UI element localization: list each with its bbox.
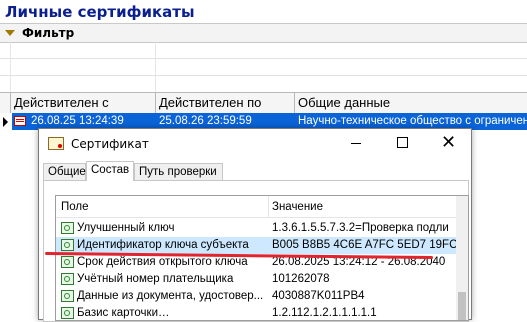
filter-divider (0, 58, 527, 59)
list-item[interactable]: Базис карточки… 1.2.112.1.2.1.1.1.1.1 (56, 305, 456, 320)
field-value: 4030887K011PB4 (272, 290, 365, 302)
field-name: Данные из документа, удостовер... (77, 290, 264, 302)
column-separator[interactable] (10, 93, 11, 113)
certificate-icon (14, 116, 26, 126)
collapse-arrow-icon[interactable] (5, 30, 15, 36)
field-icon (61, 222, 74, 234)
cell-valid-to: 25.08.26 23:59:59 (159, 115, 252, 127)
filter-column-divider (10, 41, 11, 93)
scrollbar-thumb[interactable] (458, 292, 466, 320)
filter-label: Фильтр (22, 26, 75, 40)
field-name: Срок действия открытого ключа (77, 256, 248, 268)
maximize-icon (397, 137, 408, 148)
list-item[interactable]: Данные из документа, удостовер... 403088… (56, 288, 456, 305)
field-value: 101262078 (272, 273, 330, 285)
cell-general-data: Научно-техническое общество с ограниченн (298, 115, 527, 127)
tab-details[interactable]: Состав (86, 161, 134, 181)
minimize-icon (351, 143, 361, 144)
list-item[interactable]: Улучшенный ключ 1.3.6.1.5.5.7.3.2=Провер… (56, 220, 456, 237)
close-button[interactable]: ✕ (435, 132, 463, 153)
row-pointer-icon (3, 117, 8, 127)
tab-general[interactable]: Общие (43, 163, 86, 180)
filter-column-divider (155, 41, 156, 93)
field-value: 1.2.112.1.2.1.1.1.1.1 (272, 307, 377, 319)
field-icon (61, 256, 74, 268)
field-icon (61, 307, 74, 319)
column-separator[interactable] (268, 196, 269, 217)
vertical-scrollbar[interactable] (456, 196, 468, 320)
list-item[interactable]: Учётный номер плательщика 101262078 (56, 271, 456, 288)
dialog-tabs: Общие Состав Путь проверки (43, 161, 467, 181)
grid-header: Действителен с Действителен по Общие дан… (0, 92, 527, 114)
field-icon (61, 239, 74, 251)
column-header-valid-to[interactable]: Действителен по (159, 95, 261, 110)
tab-certification-path[interactable]: Путь проверки (134, 163, 223, 180)
column-header-general-data[interactable]: Общие данные (298, 95, 390, 110)
dialog-titlebar[interactable]: Сертификат ✕ (39, 129, 471, 159)
minimize-button[interactable] (343, 133, 371, 153)
list-header-value[interactable]: Значение (272, 201, 323, 213)
column-separator[interactable] (294, 93, 295, 113)
maximize-button[interactable] (389, 133, 417, 153)
field-name: Учётный номер плательщика (77, 273, 234, 285)
filter-divider (0, 75, 527, 76)
close-icon: ✕ (441, 132, 457, 152)
field-name: Идентификатор ключа субъекта (77, 239, 249, 251)
list-header-field[interactable]: Поле (61, 201, 89, 213)
field-name: Базис карточки… (77, 307, 170, 319)
column-separator[interactable] (155, 93, 156, 113)
certificate-icon (48, 137, 64, 150)
field-name: Улучшенный ключ (77, 222, 175, 234)
field-value: B005 B8B5 4C6E A7FC 5ED7 19FC (272, 239, 456, 251)
list-header: Поле Значение (56, 196, 456, 218)
cell-valid-from: 26.08.25 13:24:39 (31, 115, 124, 127)
list-item-selected[interactable]: Идентификатор ключа субъекта B005 B8B5 4… (56, 237, 456, 254)
certificate-dialog: Сертификат ✕ Общие Состав Путь проверки … (38, 128, 472, 322)
field-value: 1.3.6.1.5.5.7.3.2=Проверка подли (272, 222, 449, 234)
field-icon (61, 273, 74, 285)
column-header-valid-from[interactable]: Действителен с (14, 95, 109, 110)
page-title: Личные сертификаты (5, 3, 195, 21)
field-icon (61, 290, 74, 302)
dialog-title: Сертификат (71, 137, 149, 151)
filter-toggle[interactable]: Фильтр (0, 23, 527, 43)
